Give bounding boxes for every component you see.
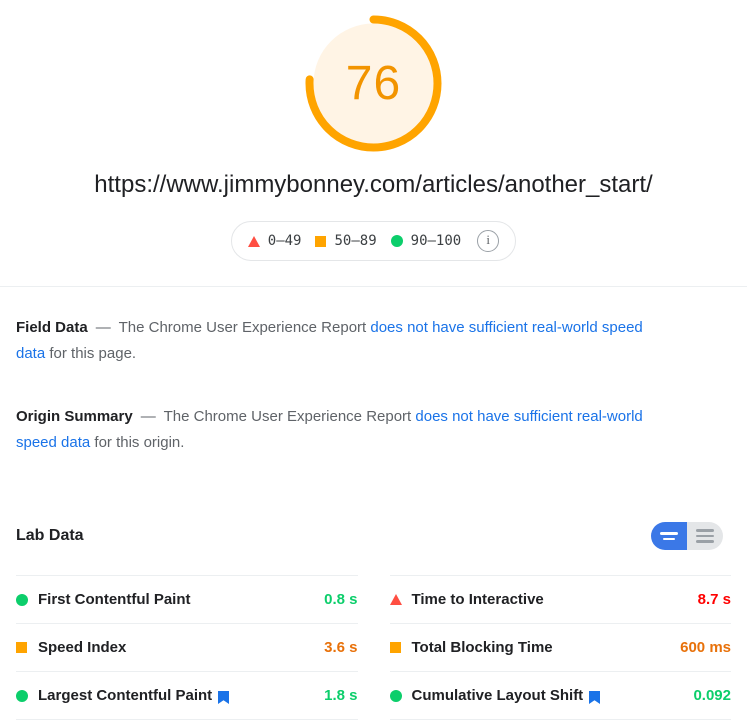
metric-value: 1.8 s (324, 687, 358, 704)
origin-summary-text-before: The Chrome User Experience Report (163, 408, 412, 425)
header-divider (0, 286, 747, 287)
metric-value: 3.6 s (324, 639, 358, 656)
metric-column-right: Time to Interactive 8.7 s Total Blocking… (389, 575, 731, 720)
core-web-vital-badge-icon (218, 691, 230, 704)
core-web-vital-badge-icon (589, 691, 601, 704)
square-icon (16, 642, 38, 653)
field-data-text-after: for this page. (49, 345, 137, 362)
lab-data-title: Lab Data (16, 527, 84, 544)
legend-item-good[interactable]: 90–100 (390, 233, 462, 249)
performance-score-gauge[interactable]: 76 (302, 12, 445, 155)
metric-row[interactable]: First Contentful Paint 0.8 s (16, 575, 358, 624)
toggle-line-icon (660, 532, 678, 535)
toggle-line-icon (696, 534, 714, 538)
view-toggle[interactable] (651, 522, 723, 550)
score-legend-wrap: 0–49 50–89 90–100 i (0, 221, 747, 261)
metric-row[interactable]: Total Blocking Time 600 ms (389, 624, 731, 672)
legend-item-poor[interactable]: 0–49 (247, 233, 302, 249)
toggle-line-icon (663, 537, 675, 540)
legend-label-poor: 0–49 (267, 233, 302, 249)
toggle-expanded-view[interactable] (687, 522, 723, 550)
page-url: https://www.jimmybonney.com/articles/ano… (94, 171, 653, 198)
score-value: 76 (345, 56, 402, 110)
metric-row[interactable]: Cumulative Layout Shift 0.092 (389, 672, 731, 720)
field-data-note: Field Data — The Chrome User Experience R… (16, 315, 676, 367)
score-legend: 0–49 50–89 90–100 i (230, 221, 517, 261)
square-icon (389, 642, 412, 653)
report-header: 76 https://www.jimmybonney.com/articles/… (0, 0, 747, 287)
lab-metrics: First Contentful Paint 0.8 s Speed Index… (16, 575, 731, 720)
lab-data-header: Lab Data (16, 522, 731, 550)
metric-value: 0.8 s (324, 591, 358, 608)
metric-column-left: First Contentful Paint 0.8 s Speed Index… (16, 575, 358, 720)
circle-icon (16, 593, 38, 606)
legend-label-average: 50–89 (334, 233, 377, 249)
legend-item-average[interactable]: 50–89 (315, 233, 377, 249)
toggle-line-icon (696, 529, 714, 532)
origin-summary-dash: — (140, 408, 156, 425)
legend-label-good: 90–100 (410, 233, 462, 249)
circle-icon (16, 689, 38, 702)
metric-label: First Contentful Paint (38, 591, 191, 608)
score-gauge-wrap: 76 (0, 12, 747, 155)
metric-label: Time to Interactive (411, 591, 544, 608)
metric-label: Cumulative Layout Shift (411, 687, 584, 704)
info-icon[interactable]: i (477, 230, 500, 252)
metric-value: 600 ms (680, 639, 731, 656)
metric-value: 0.092 (693, 687, 731, 704)
metric-label: Largest Contentful Paint (38, 687, 213, 704)
metric-row[interactable]: Time to Interactive 8.7 s (389, 575, 731, 624)
circle-icon (390, 235, 403, 247)
triangle-icon (247, 235, 260, 247)
origin-summary-text-after: for this origin. (94, 434, 185, 451)
origin-summary-title: Origin Summary (16, 408, 133, 425)
metric-label: Speed Index (38, 639, 127, 656)
origin-summary-note: Origin Summary — The Chrome User Experien… (16, 404, 676, 456)
toggle-line-icon (696, 540, 714, 543)
metric-row[interactable]: Speed Index 3.6 s (16, 624, 358, 672)
metric-row[interactable]: Largest Contentful Paint 1.8 s (16, 672, 358, 720)
toggle-compact-view[interactable] (651, 522, 687, 550)
circle-icon (389, 689, 412, 702)
metric-label: Total Blocking Time (411, 639, 553, 656)
metric-value: 8.7 s (697, 591, 731, 608)
square-icon (315, 235, 327, 247)
triangle-icon (389, 594, 412, 605)
report-body: Field Data — The Chrome User Experience R… (0, 315, 747, 720)
field-data-title: Field Data (16, 319, 88, 336)
field-data-dash: — (95, 319, 111, 336)
field-data-text-before: The Chrome User Experience Report (118, 319, 367, 336)
